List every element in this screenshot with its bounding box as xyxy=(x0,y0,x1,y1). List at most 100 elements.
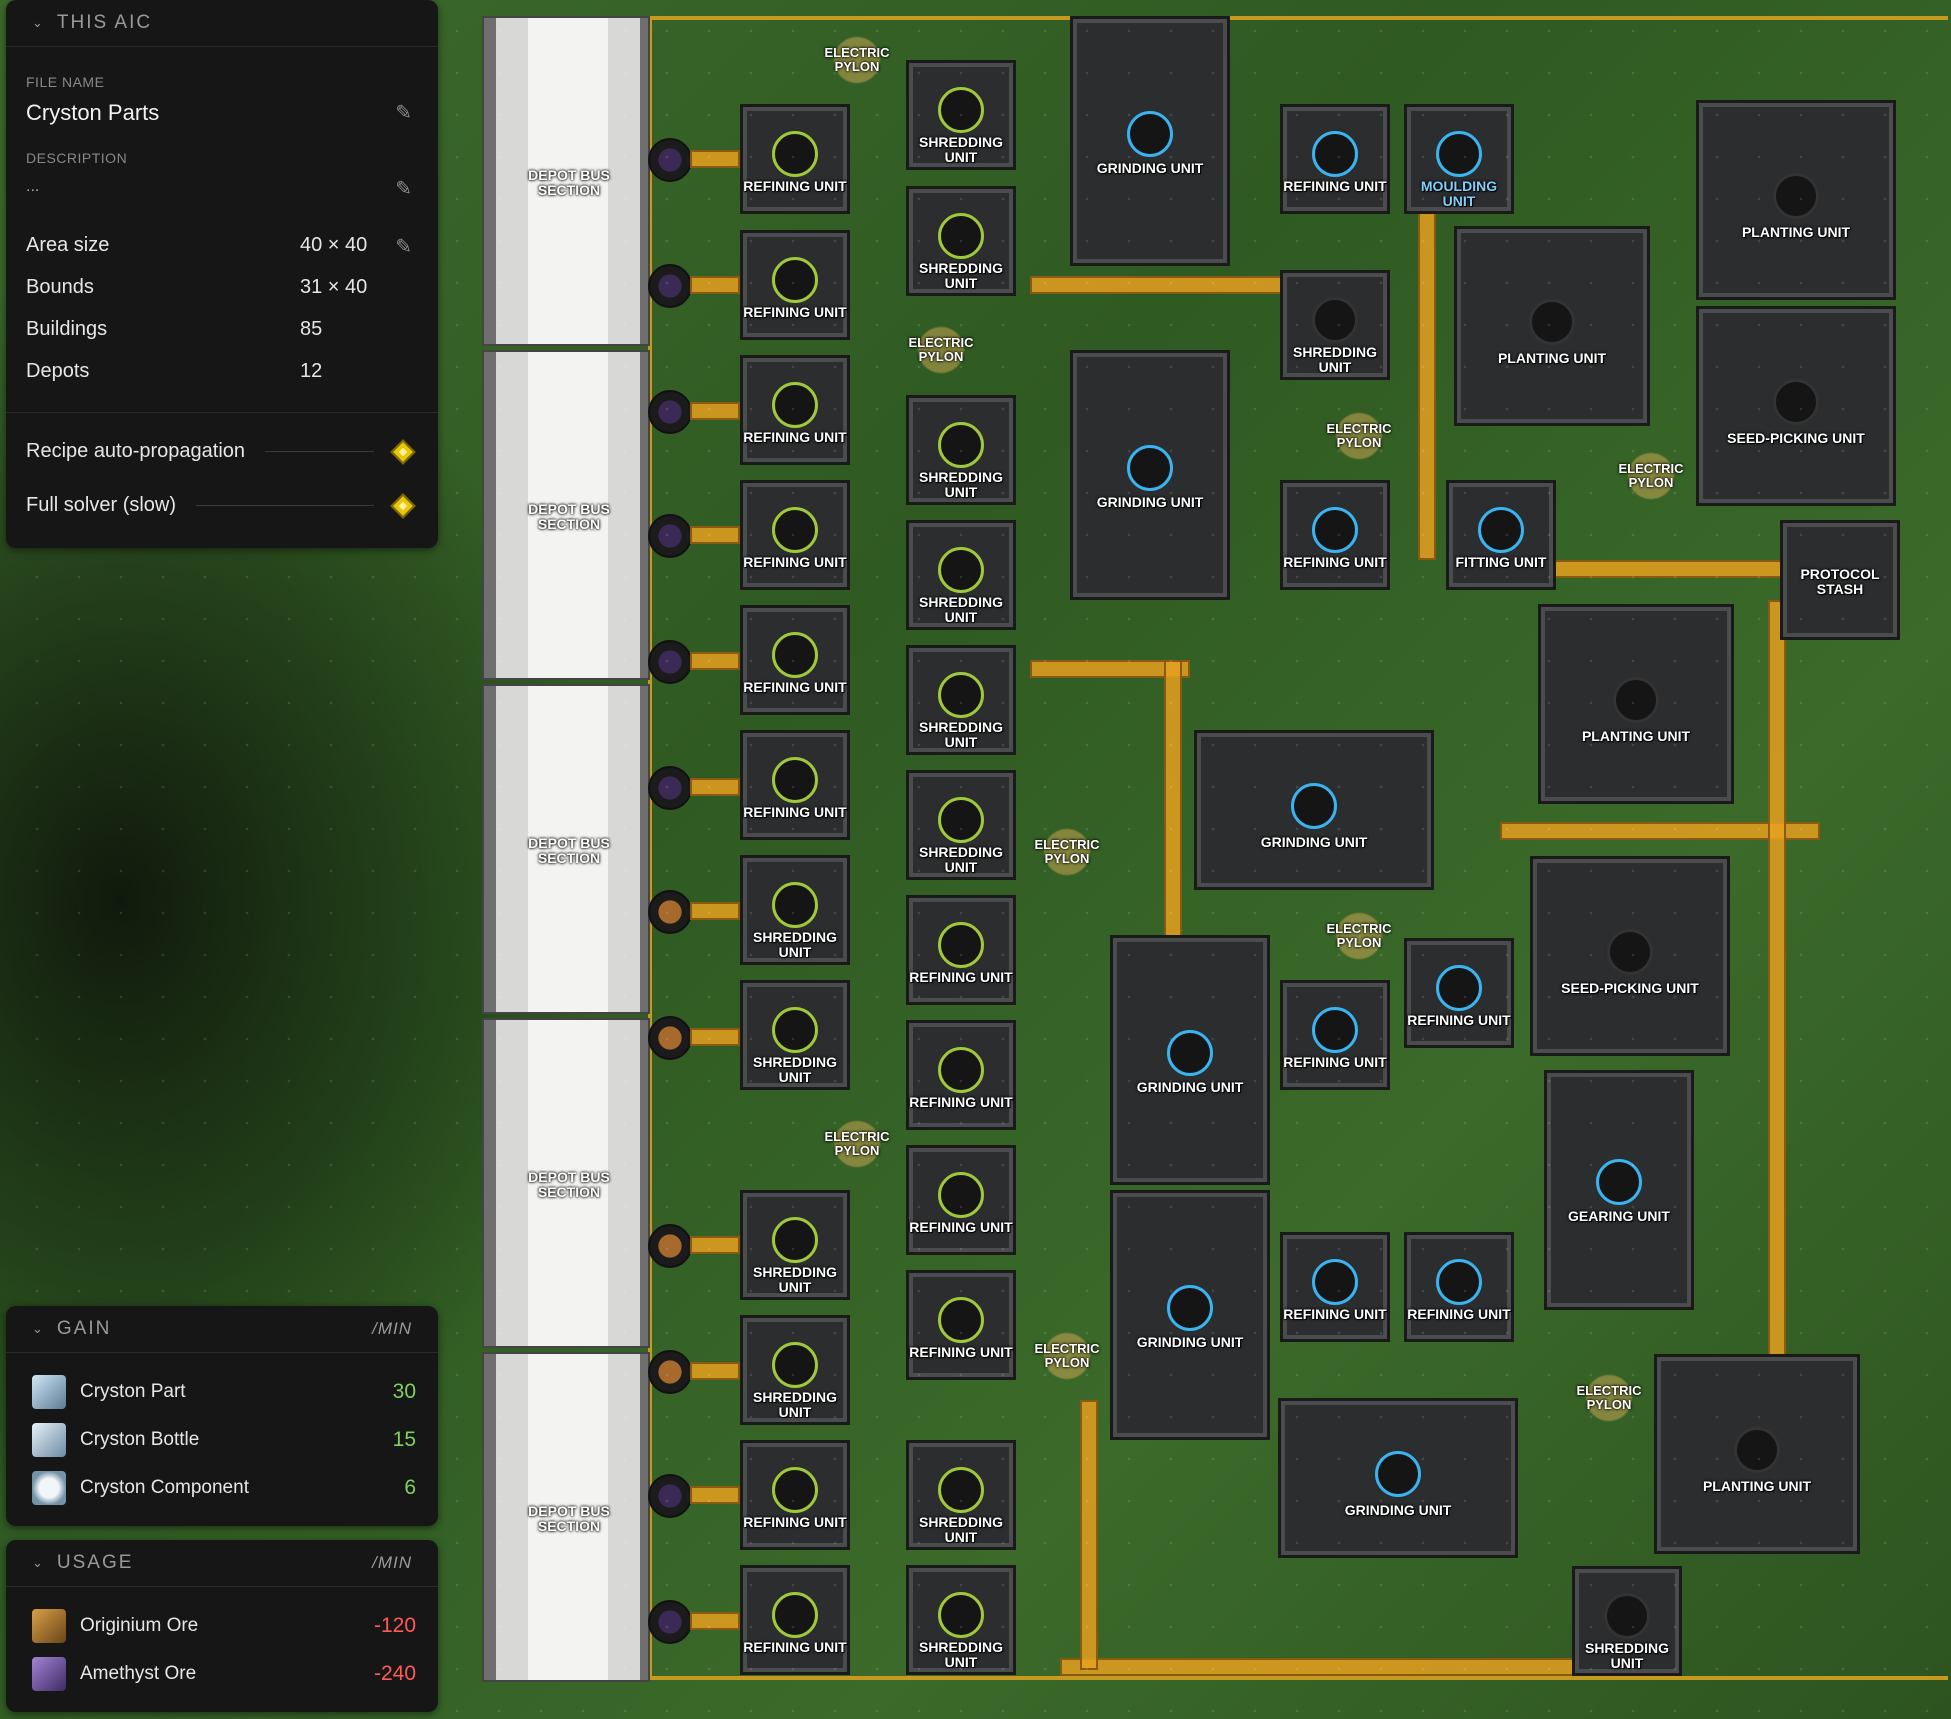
gain-panel-header[interactable]: ⌄ GAIN /MIN xyxy=(6,1306,438,1353)
shredding-unit[interactable]: SHREDDING UNIT xyxy=(1280,270,1390,380)
amethyst-ore-node[interactable] xyxy=(648,1600,692,1644)
planting-unit[interactable]: PLANTING UNIT xyxy=(1654,1354,1860,1554)
chevron-down-icon[interactable]: ⌄ xyxy=(32,1555,45,1571)
grinding-unit[interactable]: GRINDING UNIT xyxy=(1070,350,1230,600)
electric-pylon[interactable]: ELECTRIC PYLON xyxy=(1032,1326,1102,1386)
electric-pylon[interactable]: ELECTRIC PYLON xyxy=(1574,1368,1644,1428)
shredding-unit[interactable]: SHREDDING UNIT xyxy=(740,1190,850,1300)
shredding-unit[interactable]: SHREDDING UNIT xyxy=(906,60,1016,170)
chevron-down-icon[interactable]: ⌄ xyxy=(32,15,45,31)
amethyst-ore-node[interactable] xyxy=(648,514,692,558)
refining-unit[interactable]: REFINING UNIT xyxy=(740,1440,850,1550)
grinding-unit[interactable]: GRINDING UNIT xyxy=(1110,935,1270,1185)
seed-picking-unit[interactable]: SEED-PICKING UNIT xyxy=(1530,856,1730,1056)
amethyst-ore-node[interactable] xyxy=(648,390,692,434)
refining-unit[interactable]: REFINING UNIT xyxy=(740,605,850,715)
fitting-unit[interactable]: FITTING UNIT xyxy=(1446,480,1556,590)
conveyor-belt[interactable] xyxy=(690,526,740,544)
conveyor-belt[interactable] xyxy=(690,1028,740,1046)
planting-unit[interactable]: PLANTING UNIT xyxy=(1696,100,1896,300)
conveyor-belt[interactable] xyxy=(690,902,740,920)
refining-unit[interactable]: REFINING UNIT xyxy=(740,730,850,840)
usage-row-originium-ore[interactable]: Originium Ore -120 xyxy=(32,1606,416,1646)
seed-picking-unit[interactable]: SEED-PICKING UNIT xyxy=(1696,306,1896,506)
amethyst-ore-node[interactable] xyxy=(648,1474,692,1518)
electric-pylon[interactable]: ELECTRIC PYLON xyxy=(906,320,976,380)
shredding-unit[interactable]: SHREDDING UNIT xyxy=(740,855,850,965)
electric-pylon[interactable]: ELECTRIC PYLON xyxy=(1324,906,1394,966)
conveyor-belt[interactable] xyxy=(1500,822,1820,840)
refining-unit[interactable]: REFINING UNIT xyxy=(740,230,850,340)
shredding-unit[interactable]: SHREDDING UNIT xyxy=(1572,1566,1682,1676)
refining-unit[interactable]: REFINING UNIT xyxy=(906,1020,1016,1130)
shredding-unit[interactable]: SHREDDING UNIT xyxy=(906,1440,1016,1550)
conveyor-belt[interactable] xyxy=(690,276,740,294)
toggle-on-icon[interactable] xyxy=(390,492,416,519)
refining-unit[interactable]: REFINING UNIT xyxy=(1280,104,1390,214)
edit-area-size-icon[interactable]: ✎ xyxy=(395,234,412,259)
conveyor-belt[interactable] xyxy=(690,1236,740,1254)
refining-unit[interactable]: REFINING UNIT xyxy=(1404,938,1514,1048)
depot-bus-section[interactable]: DEPOT BUS SECTION xyxy=(482,1018,650,1348)
amethyst-ore-node[interactable] xyxy=(648,138,692,182)
conveyor-belt[interactable] xyxy=(690,778,740,796)
shredding-unit[interactable]: SHREDDING UNIT xyxy=(906,520,1016,630)
conveyor-belt[interactable] xyxy=(690,652,740,670)
electric-pylon[interactable]: ELECTRIC PYLON xyxy=(1616,446,1686,506)
conveyor-belt[interactable] xyxy=(1080,1400,1098,1670)
grinding-unit[interactable]: GRINDING UNIT xyxy=(1110,1190,1270,1440)
refining-unit[interactable]: REFINING UNIT xyxy=(1280,1232,1390,1342)
gearing-unit[interactable]: GEARING UNIT xyxy=(1544,1070,1694,1310)
electric-pylon[interactable]: ELECTRIC PYLON xyxy=(1324,406,1394,466)
refining-unit[interactable]: REFINING UNIT xyxy=(740,355,850,465)
planting-unit[interactable]: PLANTING UNIT xyxy=(1454,226,1650,426)
usage-row-amethyst-ore[interactable]: Amethyst Ore -240 xyxy=(32,1654,416,1694)
toggle-on-icon[interactable] xyxy=(390,438,416,465)
depot-bus-section[interactable]: DEPOT BUS SECTION xyxy=(482,16,650,346)
originium-ore-node[interactable] xyxy=(648,1224,692,1268)
moulding-unit[interactable]: MOULDING UNIT xyxy=(1404,104,1514,214)
conveyor-belt[interactable] xyxy=(1418,200,1436,560)
refining-unit[interactable]: REFINING UNIT xyxy=(1280,980,1390,1090)
conveyor-belt[interactable] xyxy=(690,402,740,420)
refining-unit[interactable]: REFINING UNIT xyxy=(740,480,850,590)
grinding-unit[interactable]: GRINDING UNIT xyxy=(1278,1398,1518,1558)
shredding-unit[interactable]: SHREDDING UNIT xyxy=(906,1565,1016,1675)
gain-row-cryston-bottle[interactable]: Cryston Bottle 15 xyxy=(32,1420,416,1460)
electric-pylon[interactable]: ELECTRIC PYLON xyxy=(822,1114,892,1174)
toggle-full-solver[interactable]: Full solver (slow) xyxy=(26,492,416,519)
originium-ore-node[interactable] xyxy=(648,1016,692,1060)
shredding-unit[interactable]: SHREDDING UNIT xyxy=(906,645,1016,755)
depot-bus-section[interactable]: DEPOT BUS SECTION xyxy=(482,1352,650,1682)
gain-row-cryston-part[interactable]: Cryston Part 30 xyxy=(32,1372,416,1412)
refining-unit[interactable]: REFINING UNIT xyxy=(1280,480,1390,590)
amethyst-ore-node[interactable] xyxy=(648,264,692,308)
chevron-down-icon[interactable]: ⌄ xyxy=(32,1321,45,1337)
conveyor-belt[interactable] xyxy=(1030,660,1190,678)
conveyor-belt[interactable] xyxy=(1164,660,1182,940)
refining-unit[interactable]: REFINING UNIT xyxy=(1404,1232,1514,1342)
usage-panel-header[interactable]: ⌄ USAGE /MIN xyxy=(6,1540,438,1587)
toggle-recipe-auto-propagation[interactable]: Recipe auto-propagation xyxy=(26,438,416,465)
planting-unit[interactable]: PLANTING UNIT xyxy=(1538,604,1734,804)
protocol-stash[interactable]: PROTOCOL STASH xyxy=(1780,520,1900,640)
gain-row-cryston-component[interactable]: Cryston Component 6 xyxy=(32,1468,416,1508)
amethyst-ore-node[interactable] xyxy=(648,640,692,684)
edit-description-icon[interactable]: ✎ xyxy=(395,176,412,201)
originium-ore-node[interactable] xyxy=(648,890,692,934)
shredding-unit[interactable]: SHREDDING UNIT xyxy=(906,770,1016,880)
grinding-unit[interactable]: GRINDING UNIT xyxy=(1194,730,1434,890)
conveyor-belt[interactable] xyxy=(1500,560,1810,578)
shredding-unit[interactable]: SHREDDING UNIT xyxy=(740,1315,850,1425)
aic-panel-header[interactable]: ⌄ THIS AIC xyxy=(6,0,438,47)
conveyor-belt[interactable] xyxy=(1768,600,1786,1360)
refining-unit[interactable]: REFINING UNIT xyxy=(906,1270,1016,1380)
amethyst-ore-node[interactable] xyxy=(648,766,692,810)
conveyor-belt[interactable] xyxy=(1030,276,1290,294)
refining-unit[interactable]: REFINING UNIT xyxy=(906,895,1016,1005)
depot-bus-section[interactable]: DEPOT BUS SECTION xyxy=(482,350,650,680)
shredding-unit[interactable]: SHREDDING UNIT xyxy=(906,395,1016,505)
conveyor-belt[interactable] xyxy=(690,1362,740,1380)
conveyor-belt[interactable] xyxy=(1060,1658,1580,1676)
shredding-unit[interactable]: SHREDDING UNIT xyxy=(906,186,1016,296)
